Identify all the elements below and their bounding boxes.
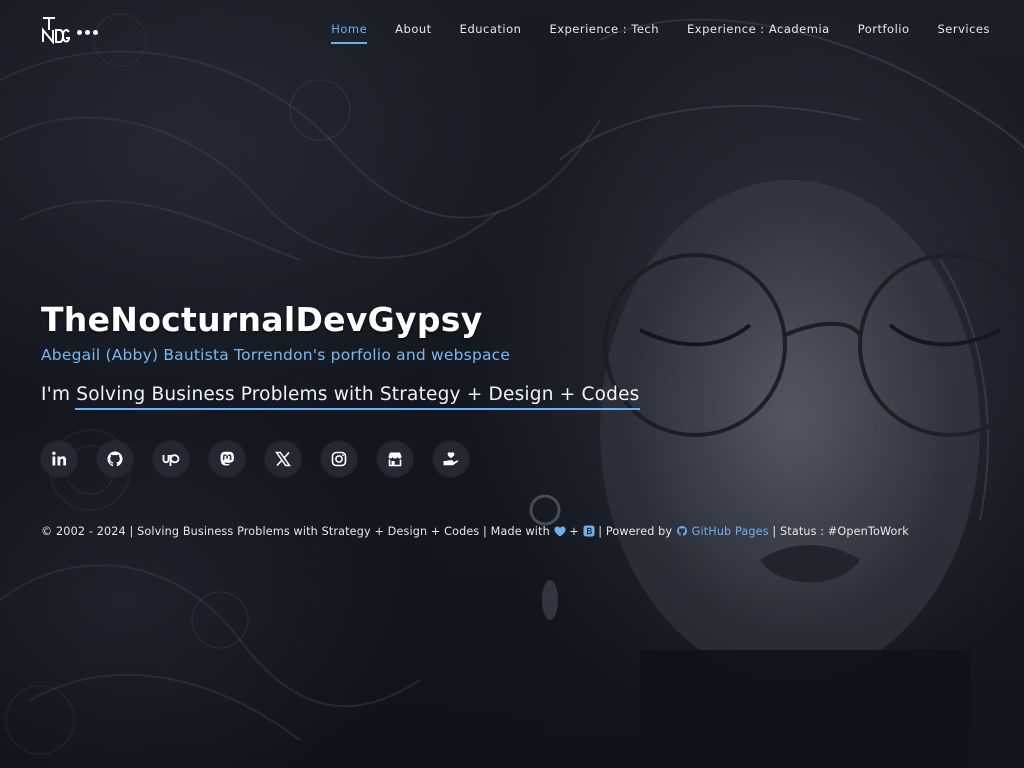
hero-subtitle: Abegail (Abby) Bautista Torrendon's porf… xyxy=(41,346,511,364)
hero-tagline: I'm Solving Business Problems with Strat… xyxy=(41,384,640,410)
store-icon xyxy=(388,452,402,467)
mastodon-link[interactable] xyxy=(209,441,245,477)
footer-copyright: © 2002 - 2024 | Solving Business Problem… xyxy=(41,525,550,538)
more-dots-icon[interactable] xyxy=(77,29,98,35)
hero-title: TheNocturnalDevGypsy xyxy=(41,300,483,339)
linkedin-icon xyxy=(52,451,66,466)
donate-link[interactable] xyxy=(433,441,469,477)
store-link[interactable] xyxy=(377,441,413,477)
nav-item-education[interactable]: Education xyxy=(446,20,536,46)
nav-item-experience-academia[interactable]: Experience : Academia xyxy=(673,20,844,46)
footer-plus: + xyxy=(569,525,579,538)
github-icon xyxy=(107,451,123,467)
nav-item-experience-tech[interactable]: Experience : Tech xyxy=(535,20,673,46)
nav-item-portfolio[interactable]: Portfolio xyxy=(844,20,924,46)
tagline-underline xyxy=(75,408,640,410)
instagram-icon xyxy=(331,451,347,467)
github-pages-link[interactable]: GitHub Pages xyxy=(692,525,769,538)
site-logo[interactable] xyxy=(41,16,98,44)
nav-item-about[interactable]: About xyxy=(381,20,446,46)
heart-icon xyxy=(554,526,566,537)
nav-item-home[interactable]: Home xyxy=(317,20,381,46)
github-link[interactable] xyxy=(97,441,133,477)
x-icon xyxy=(275,451,291,467)
x-link[interactable] xyxy=(265,441,301,477)
footer-powered-by: | Powered by xyxy=(598,525,673,538)
instagram-link[interactable] xyxy=(321,441,357,477)
tagline-prefix: I'm xyxy=(41,384,77,405)
main-nav: Home About Education Experience : Tech E… xyxy=(317,20,1004,46)
hero-section: TheNocturnalDevGypsy Abegail (Abby) Baut… xyxy=(41,298,741,410)
nav-item-services[interactable]: Services xyxy=(924,20,1005,46)
github-icon xyxy=(676,526,687,536)
tndg-monogram-icon xyxy=(42,17,71,44)
tagline-typed-text: Solving Business Problems with Strategy … xyxy=(76,384,640,405)
bootstrap-icon xyxy=(583,525,595,537)
mastodon-icon xyxy=(220,451,234,466)
upwork-icon xyxy=(162,454,180,466)
footer-line: © 2002 - 2024 | Solving Business Problem… xyxy=(41,525,909,538)
hand-heart-icon xyxy=(443,452,459,466)
footer-status: | Status : #OpenToWork xyxy=(772,525,909,538)
linkedin-link[interactable] xyxy=(41,441,77,477)
upwork-link[interactable] xyxy=(153,441,189,477)
social-links xyxy=(41,441,469,477)
